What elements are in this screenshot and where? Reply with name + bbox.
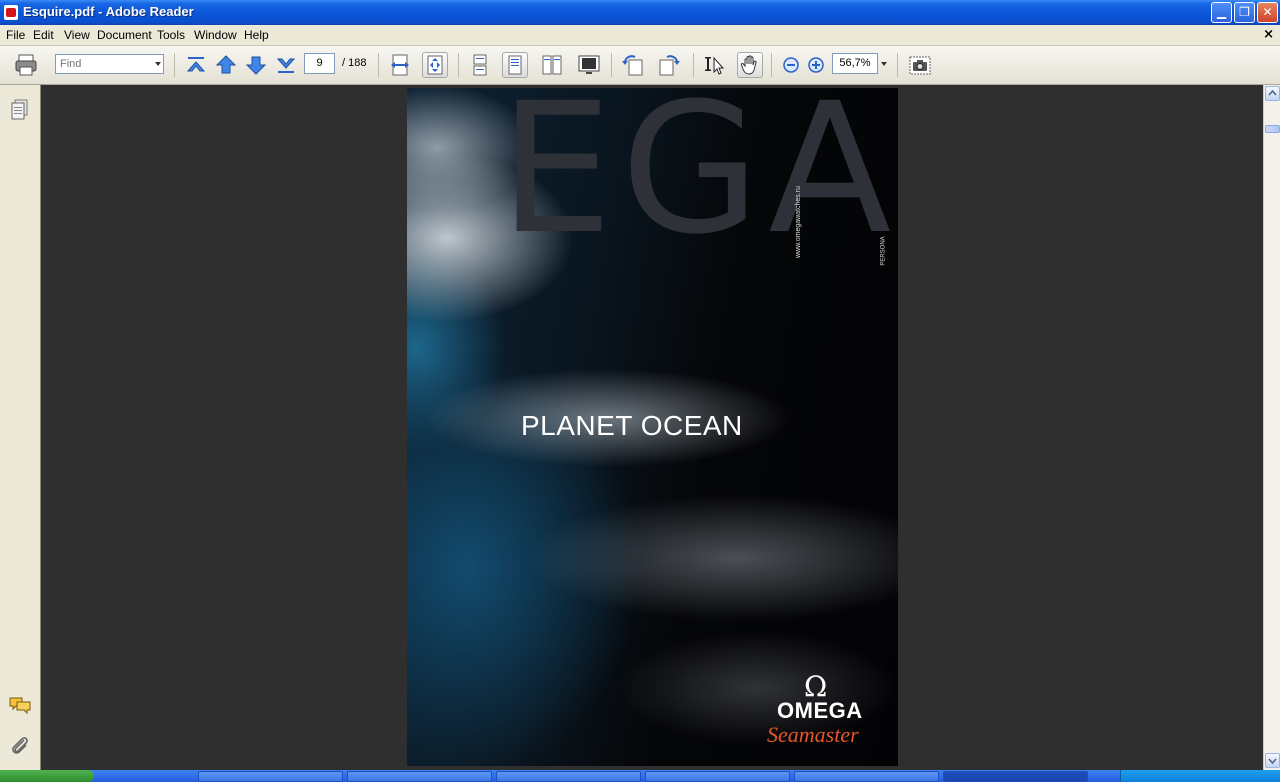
two-up-icon[interactable] [539, 52, 565, 78]
taskbar-item[interactable] [496, 771, 641, 782]
single-page-continuous-icon[interactable] [502, 52, 528, 78]
rotate-clockwise-icon[interactable] [656, 52, 682, 78]
previous-page-icon[interactable] [213, 52, 239, 78]
find-input[interactable] [56, 55, 150, 73]
comments-icon[interactable] [8, 695, 32, 715]
zoom-level-input[interactable]: 56,7% [832, 53, 878, 74]
menu-window[interactable]: Window [194, 28, 237, 42]
taskbar-item[interactable] [794, 771, 939, 782]
zoom-dropdown-icon[interactable] [881, 62, 887, 66]
restore-button[interactable]: ❐ [1234, 2, 1255, 23]
seamaster-wordmark: Seamaster [767, 722, 859, 747]
toolbar-divider [897, 53, 898, 77]
menu-document[interactable]: Document [97, 28, 152, 42]
page-big-word: EGA [499, 88, 898, 274]
taskbar-item[interactable] [645, 771, 790, 782]
next-page-icon[interactable] [243, 52, 269, 78]
taskbar-item-active[interactable] [943, 771, 1088, 782]
system-tray [1120, 770, 1280, 782]
taskbar-item[interactable] [347, 771, 492, 782]
page-side-text: www.omegawatches.ru [795, 186, 802, 258]
hand-tool-icon[interactable] [737, 52, 763, 78]
first-page-icon[interactable] [183, 52, 209, 78]
toolbar-divider [771, 53, 772, 77]
find-dropdown-icon[interactable] [155, 62, 161, 66]
toolbar-divider [378, 53, 379, 77]
fit-page-icon[interactable] [422, 52, 448, 78]
toolbar: 9 / 188 56,7% [0, 46, 1280, 85]
toolbar-divider [458, 53, 459, 77]
zoom-in-icon[interactable] [804, 52, 830, 78]
page-total-label: / 188 [342, 57, 367, 69]
close-button[interactable]: ✕ [1257, 2, 1278, 23]
omega-brand: OMEGA [777, 698, 863, 723]
page-side-text-small: PERSONA [880, 236, 887, 266]
menu-bar: File Edit View Document Tools Window Hel… [0, 25, 1280, 46]
window-title: Esquire.pdf - Adobe Reader [23, 4, 194, 19]
select-tool-icon[interactable] [703, 52, 729, 78]
print-icon[interactable] [13, 52, 39, 78]
menu-edit[interactable]: Edit [33, 28, 54, 42]
document-close-button[interactable]: × [1263, 27, 1274, 42]
pdf-page[interactable]: EGA www.omegawatches.ru PERSONA PLANET O… [407, 88, 898, 766]
scroll-up-button[interactable] [1265, 86, 1280, 101]
start-button[interactable] [0, 770, 94, 782]
vertical-scrollbar[interactable] [1263, 85, 1280, 770]
menu-tools[interactable]: Tools [157, 28, 185, 42]
page-headline: PLANET OCEAN [521, 410, 743, 441]
taskbar [0, 770, 1280, 782]
single-page-icon[interactable] [467, 52, 493, 78]
scroll-down-button[interactable] [1265, 753, 1280, 768]
menu-help[interactable]: Help [244, 28, 269, 42]
attachments-icon[interactable] [9, 735, 31, 757]
rotate-counterclockwise-icon[interactable] [620, 52, 646, 78]
fit-width-icon[interactable] [387, 52, 413, 78]
page-number-input[interactable]: 9 [304, 53, 335, 74]
menu-view[interactable]: View [64, 28, 90, 42]
snapshot-icon[interactable] [907, 52, 933, 78]
adobe-reader-icon [4, 5, 18, 20]
toolbar-divider [693, 53, 694, 77]
scroll-thumb[interactable] [1265, 125, 1280, 133]
taskbar-item[interactable] [198, 771, 343, 782]
menu-file[interactable]: File [6, 28, 25, 42]
last-page-icon[interactable] [273, 52, 299, 78]
full-screen-icon[interactable] [576, 52, 602, 78]
title-bar: Esquire.pdf - Adobe Reader ▁ ❐ ✕ [0, 0, 1280, 25]
find-box[interactable] [55, 54, 164, 74]
zoom-out-icon[interactable] [779, 52, 805, 78]
toolbar-divider [611, 53, 612, 77]
minimize-button[interactable]: ▁ [1211, 2, 1232, 23]
pages-icon[interactable] [10, 99, 30, 121]
navigation-panel [0, 85, 41, 770]
toolbar-divider [174, 53, 175, 77]
